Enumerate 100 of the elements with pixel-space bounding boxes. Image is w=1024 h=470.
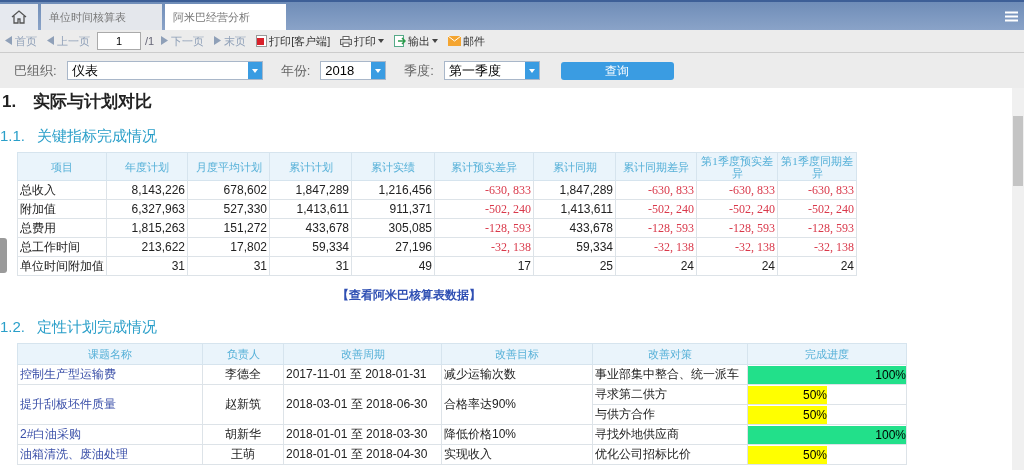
toolbar-button[interactable]: 输出	[391, 33, 442, 49]
table-cell: 1,815,263	[106, 218, 188, 238]
progress-bar: 50%	[748, 405, 827, 424]
column-header: 累计同期差异	[615, 152, 697, 181]
section-title: 关键指标完成情况	[37, 127, 158, 146]
table-cell: 寻找外地供应商	[592, 424, 748, 445]
scrollbar[interactable]	[1012, 88, 1024, 470]
table-cell: 胡新华	[202, 424, 284, 445]
column-header: 课题名称	[17, 343, 203, 365]
dropdown-field[interactable]: 2018	[320, 61, 387, 80]
table-cell: 王萌	[202, 444, 284, 465]
triangle-icon	[214, 35, 223, 47]
table-cell: -502, 240	[434, 199, 534, 219]
table-cell: 8,143,226	[106, 180, 188, 200]
table-cell: 31	[269, 256, 352, 276]
column-header: 累计实绩	[351, 152, 435, 181]
table-cell: -630, 833	[615, 180, 697, 200]
progress-bar: 100%	[748, 365, 906, 384]
dropdown-icon[interactable]	[247, 62, 262, 79]
table-cell: 2018-03-01 至 2018-06-30	[283, 384, 442, 425]
topic-link[interactable]: 控制生产型运输费	[17, 364, 203, 385]
progress-bar: 50%	[748, 385, 827, 404]
dropdown-icon[interactable]	[524, 62, 539, 79]
dropdown-field[interactable]: 仪表	[66, 61, 263, 80]
page-field[interactable]: 1	[97, 32, 141, 50]
topic-link[interactable]: 油箱清洗、废油处理	[17, 444, 203, 465]
column-header: 项目	[17, 152, 107, 181]
progress-bar: 100%	[748, 425, 906, 444]
table-cell: -502, 240	[777, 199, 857, 219]
toolbar-button[interactable]: 打印	[337, 33, 388, 49]
menu-button[interactable]	[1005, 10, 1018, 22]
table-cell: 6,327,963	[106, 199, 188, 219]
table-cell: 2017-11-01 至 2018-01-31	[283, 364, 442, 385]
table-cell: -502, 240	[696, 199, 778, 219]
table-cell: 24	[615, 256, 697, 276]
column-header: 改善对策	[592, 343, 748, 365]
table-cell: -128, 593	[615, 218, 697, 238]
table-cell: 31	[187, 256, 270, 276]
dropdown-icon[interactable]	[371, 62, 386, 79]
table-cell: -32, 138	[615, 237, 697, 257]
table-cell: 27,196	[351, 237, 435, 257]
home-icon	[11, 10, 27, 24]
table-cell: -630, 833	[434, 180, 534, 200]
envelope-icon	[448, 36, 462, 46]
table-cell: 17	[434, 256, 534, 276]
filter-label: 年份:	[280, 61, 311, 80]
table-cell: 151,272	[187, 218, 270, 238]
table-cell: 赵新筑	[202, 384, 284, 425]
table-cell: 911,371	[351, 199, 435, 219]
triangle-icon	[47, 35, 55, 47]
toolbar-button[interactable]: 打印[客户端]	[253, 33, 334, 49]
table-cell: 433,678	[269, 218, 352, 238]
page-total: /1	[145, 35, 155, 47]
progress-bar: 50%	[748, 445, 827, 464]
triangle-icon	[161, 35, 170, 47]
tab[interactable]: 单位时间核算表	[41, 4, 162, 30]
table-cell: 合格率达90%	[441, 384, 593, 425]
column-header: 改善目标	[441, 343, 593, 365]
table-cell: 2018-01-01 至 2018-04-30	[283, 444, 442, 465]
scrollbar-thumb[interactable]	[1013, 116, 1023, 186]
table-cell: 1,413,611	[533, 199, 616, 219]
table-cell: 总工作时间	[17, 237, 107, 257]
table-cell: -630, 833	[696, 180, 778, 200]
column-header: 累计预实差异	[434, 152, 534, 181]
table-cell: 31	[106, 256, 188, 276]
filter-label: 季度:	[404, 61, 434, 80]
table-cell: 总收入	[17, 180, 107, 200]
side-handle[interactable]	[0, 238, 7, 273]
column-header: 第1季度同期差异	[777, 152, 857, 181]
table-cell: 事业部集中整合、统一派车	[592, 364, 748, 385]
table-cell: -630, 833	[777, 180, 857, 200]
table-cell: 527,330	[187, 199, 270, 219]
table-cell: 678,602	[187, 180, 270, 200]
tab[interactable]: 阿米巴经营分析	[165, 4, 286, 30]
menu-icon	[1005, 10, 1018, 22]
table-cell: 李德全	[202, 364, 284, 385]
table-cell: 59,334	[269, 237, 352, 257]
section-number: 1.1.	[0, 127, 26, 146]
column-header: 完成进度	[747, 343, 907, 365]
table-cell: 25	[533, 256, 616, 276]
home-tab[interactable]	[0, 4, 38, 30]
data-link[interactable]: 【查看阿米巴核算表数据】	[336, 288, 481, 302]
table-cell: 总费用	[17, 218, 107, 238]
caret-icon	[432, 39, 439, 43]
column-header: 第1季度预实差异	[696, 152, 778, 181]
table-cell: -128, 593	[434, 218, 534, 238]
table-cell: 降低价格10%	[441, 424, 593, 445]
column-header: 累计计划	[269, 152, 352, 181]
column-header: 负责人	[202, 343, 284, 365]
table-cell: 1,413,611	[269, 199, 352, 219]
triangle-icon	[5, 35, 13, 47]
dropdown-field[interactable]: 第一季度	[443, 61, 540, 80]
column-header: 年度计划	[106, 152, 188, 181]
table-cell: 1,847,289	[533, 180, 616, 200]
toolbar-button[interactable]: 邮件	[445, 33, 489, 49]
section-number: 1.2.	[0, 318, 26, 337]
topic-link[interactable]: 提升刮板坯件质量	[17, 384, 203, 425]
table-cell: 1,216,456	[351, 180, 435, 200]
table-cell: -32, 138	[434, 237, 534, 257]
topic-link[interactable]: 2#白油采购	[17, 424, 203, 445]
